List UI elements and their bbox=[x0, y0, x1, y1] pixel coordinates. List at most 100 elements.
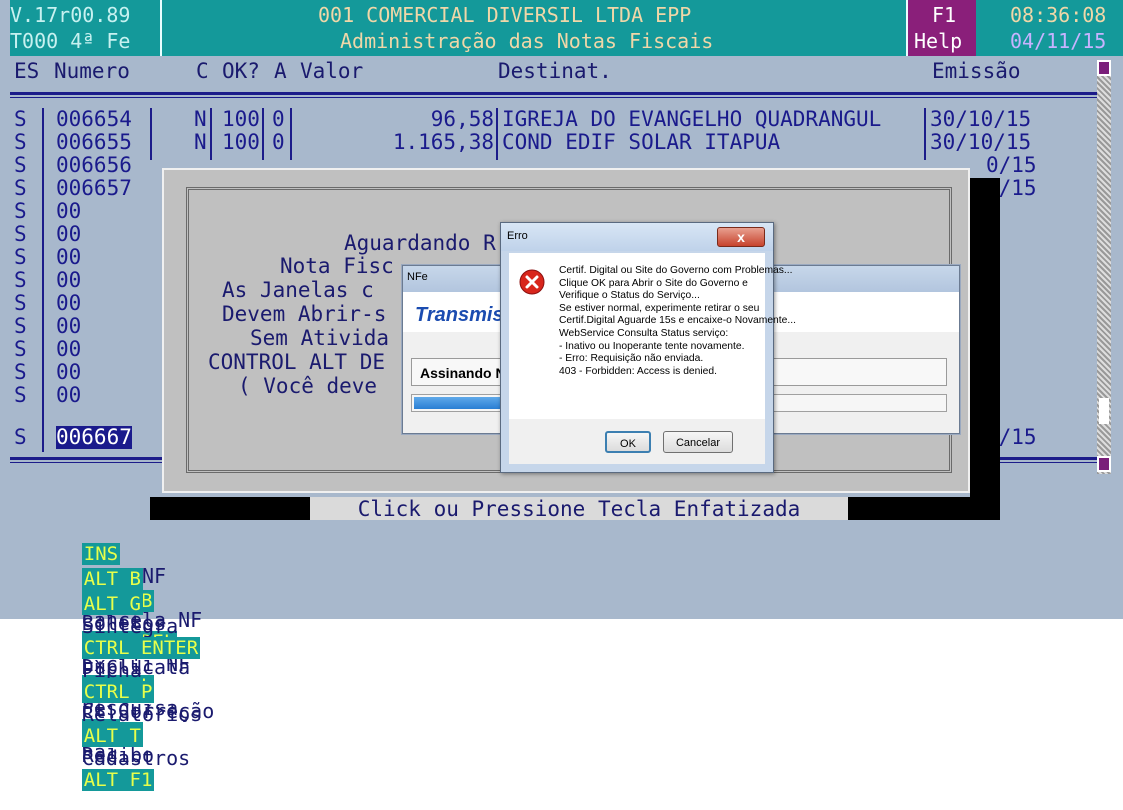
col-valor: Valor bbox=[300, 59, 364, 83]
waiting-line-4: Devem Abrir-s bbox=[222, 302, 387, 326]
cell-es: S bbox=[14, 222, 27, 246]
error-dialog-footer: OK Cancelar bbox=[509, 419, 765, 464]
scroll-down-button[interactable] bbox=[1097, 456, 1111, 472]
cell-es: S bbox=[14, 383, 27, 407]
error-message-line: Se estiver normal, experimente retirar o… bbox=[559, 302, 760, 314]
cell-numero: 00 bbox=[56, 268, 82, 292]
shortcut-label: Relatórios bbox=[81, 702, 203, 726]
waiting-line-6: CONTROL ALT DE bbox=[208, 350, 386, 374]
cell-es: S bbox=[14, 268, 27, 292]
help-key: F1 bbox=[932, 3, 957, 27]
cell-emissao: 30/10/15 bbox=[930, 107, 1032, 131]
cell-numero: 00 bbox=[56, 291, 82, 315]
error-message-line: WebService Consulta Status serviço: bbox=[559, 327, 729, 339]
nfe-progress-fill bbox=[414, 397, 504, 409]
cancel-button[interactable]: Cancelar bbox=[663, 431, 733, 453]
company-name: 001 COMERCIAL DIVERSIL LTDA EPP bbox=[318, 3, 692, 27]
cell-numero: 006667 bbox=[56, 425, 132, 449]
error-dialog-title: Erro bbox=[507, 230, 528, 242]
cell-destinat: COND EDIF SOLAR ITAPUA bbox=[502, 130, 781, 154]
cell-es: S bbox=[14, 337, 27, 361]
column-header: ES Numero C OK? A Valor Destinat. Emissã… bbox=[10, 56, 1100, 86]
cell-numero: 00 bbox=[56, 222, 82, 246]
shortcut-label: Cadastros bbox=[81, 746, 191, 770]
shortcut-footer: INS Nova NF DEL Cancela NF CTRL DEL Excl… bbox=[10, 520, 1113, 791]
cell-es: S bbox=[14, 314, 27, 338]
table-row[interactable]: S 006654 N 100 0 96,58 IGREJA DO EVANGEL… bbox=[14, 108, 1094, 131]
cell-ok: 100 bbox=[222, 107, 260, 131]
cell-ok: 100 bbox=[222, 130, 260, 154]
cell-es: S bbox=[14, 199, 27, 223]
cell-a: 0 bbox=[272, 130, 285, 154]
cell-es: S bbox=[14, 130, 27, 154]
error-message-line: Certif.Digital Aguarde 15s e encaixe-o N… bbox=[559, 315, 796, 327]
cell-es: S bbox=[14, 153, 27, 177]
waiting-line-7: ( Você deve bbox=[238, 374, 378, 398]
error-message-line: Verifique o Status do Serviço... bbox=[559, 290, 700, 302]
cell-numero: 00 bbox=[56, 199, 82, 223]
cell-emissao: 0/15 bbox=[986, 153, 1037, 177]
cell-numero: 00 bbox=[56, 337, 82, 361]
help-button[interactable]: F1 Help bbox=[908, 0, 976, 56]
scroll-up-button[interactable] bbox=[1097, 60, 1111, 76]
shortcut-row: ALT G Sintegra CTRL ENTER Ficha CTRL P R… bbox=[24, 574, 226, 810]
cell-emissao: 30/10/15 bbox=[930, 130, 1032, 154]
cell-es: S bbox=[14, 291, 27, 315]
error-message: Certif. Digital ou Site do Governo com P… bbox=[559, 265, 796, 378]
cell-numero: 006657 bbox=[56, 176, 132, 200]
waiting-line-5: Sem Ativida bbox=[250, 326, 390, 350]
cell-numero: 00 bbox=[56, 360, 82, 384]
cell-numero: 006656 bbox=[56, 153, 132, 177]
top-divider bbox=[10, 97, 1098, 98]
cell-numero: 006655 bbox=[56, 130, 132, 154]
nfe-title: NFe bbox=[407, 271, 428, 283]
cell-c: N bbox=[194, 130, 207, 154]
col-destinat: Destinat. bbox=[498, 59, 612, 83]
waiting-line-3: As Janelas c bbox=[222, 278, 374, 302]
cell-es: S bbox=[14, 176, 27, 200]
cell-valor: 96,58 bbox=[430, 107, 494, 131]
panel-shadow bbox=[970, 178, 1000, 504]
col-emissao: Emissão bbox=[932, 59, 1021, 83]
cell-es: S bbox=[14, 360, 27, 384]
shortcut-key[interactable]: ALT G bbox=[81, 593, 143, 615]
error-message-line: - Erro: Requisição não enviada. bbox=[559, 353, 704, 365]
col-a: A bbox=[274, 59, 287, 83]
error-message-line: Certif. Digital ou Site do Governo com P… bbox=[559, 265, 793, 276]
cell-destinat: IGREJA DO EVANGELHO QUADRANGUL bbox=[502, 107, 882, 131]
version-label: V.17r00.89 bbox=[10, 3, 131, 27]
cell-es: S bbox=[14, 107, 27, 131]
scroll-thumb[interactable] bbox=[1099, 398, 1109, 424]
shortcut-key[interactable]: CTRL ENTER bbox=[81, 637, 201, 659]
shortcut-key[interactable]: ALT T bbox=[81, 725, 143, 747]
col-es: ES bbox=[14, 59, 40, 83]
error-message-line: Clique OK para Abrir o Site do Governo e bbox=[559, 277, 748, 289]
cell-numero: 00 bbox=[56, 314, 82, 338]
cell-es: S bbox=[14, 425, 27, 449]
col-numero: Numero bbox=[54, 59, 130, 83]
error-icon bbox=[519, 269, 545, 295]
error-dialog: Erro x Certif. Digital ou Site do Govern… bbox=[500, 222, 796, 473]
terminal-label: T000 4ª Fe bbox=[10, 29, 131, 53]
module-title: Administração das Notas Fiscais bbox=[340, 29, 714, 53]
error-message-line: - Inativo ou Inoperante tente novamente. bbox=[559, 340, 745, 352]
ok-button[interactable]: OK bbox=[605, 431, 651, 453]
clock-time: 08:36:08 bbox=[1010, 3, 1107, 27]
shortcut-key[interactable]: ALT F1 bbox=[81, 769, 155, 791]
waiting-line-2: Nota Fisc bbox=[280, 254, 394, 278]
cell-valor: 1.165,38 bbox=[392, 130, 494, 154]
shortcut-label: Sintegra bbox=[81, 614, 179, 638]
cell-c: N bbox=[194, 107, 207, 131]
top-divider bbox=[10, 92, 1098, 95]
header-separator bbox=[160, 0, 162, 56]
table-row[interactable]: S 006655 N 100 0 1.165,38 COND EDIF SOLA… bbox=[14, 131, 1094, 154]
error-dialog-titlebar[interactable]: Erro x bbox=[501, 223, 773, 251]
error-message-line: 403 - Forbidden: Access is denied. bbox=[559, 365, 717, 377]
close-button[interactable]: x bbox=[717, 227, 765, 247]
cell-a: 0 bbox=[272, 107, 285, 131]
col-c: C bbox=[196, 59, 209, 83]
help-label: Help bbox=[914, 29, 963, 53]
cell-es: S bbox=[14, 245, 27, 269]
shortcut-key[interactable]: CTRL P bbox=[81, 681, 155, 703]
shortcut-label: Ficha bbox=[81, 658, 143, 682]
